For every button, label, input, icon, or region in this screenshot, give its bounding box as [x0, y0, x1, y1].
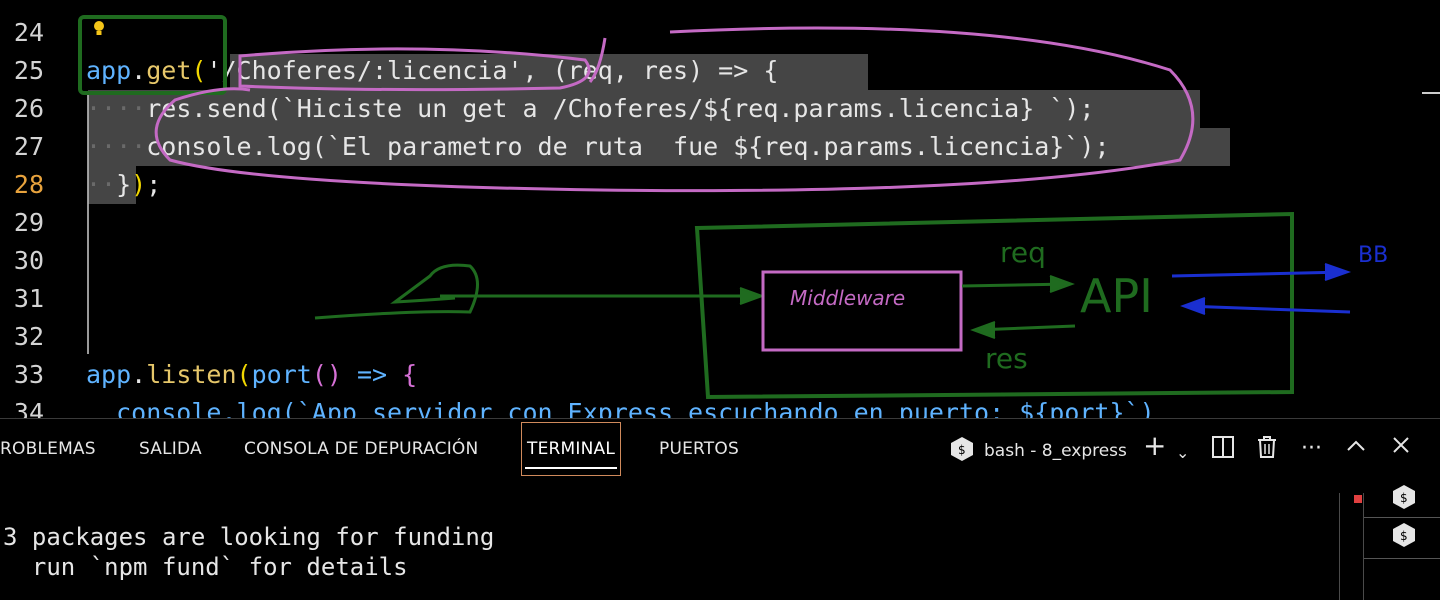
tab-ports[interactable]: PUERTOS	[659, 439, 739, 459]
bash-icon[interactable]: $	[1390, 521, 1418, 553]
terminal-output-line: run `npm fund` for details	[3, 553, 408, 581]
chevron-down-icon[interactable]: ⌄	[1176, 439, 1189, 467]
bash-icon: $	[948, 435, 976, 467]
code-editor[interactable]: 24 25 26 27 28 29 30 31 32 33 34 app.get…	[0, 0, 1440, 418]
tab-terminal[interactable]: TERMINAL	[527, 439, 615, 459]
scrollbar-marker	[1354, 495, 1362, 503]
annotation-oval-pink	[238, 47, 591, 92]
pen-annotations: Middleware req res API BB	[78, 15, 1388, 400]
trash-icon[interactable]	[1256, 435, 1278, 467]
tab-output[interactable]: SALIDA	[139, 439, 202, 459]
annotation-client-green	[314, 263, 479, 320]
split-icon[interactable]	[1211, 435, 1235, 467]
svg-text:$: $	[958, 443, 966, 457]
active-tab-underline	[525, 467, 617, 469]
more-icon[interactable]: ···	[1301, 435, 1322, 463]
close-icon[interactable]	[1391, 435, 1411, 463]
terminal-output-line: 3 packages are looking for funding	[3, 523, 495, 551]
annotation-res-text: res	[985, 342, 1028, 375]
svg-text:$: $	[1400, 529, 1408, 543]
annotation-api-text: API	[1080, 269, 1153, 323]
svg-text:$: $	[1400, 491, 1408, 505]
chevron-up-icon[interactable]	[1345, 435, 1367, 465]
bash-icon[interactable]: $	[1390, 483, 1418, 515]
annotation-box-green	[78, 15, 227, 95]
annotation-stroke-pink	[588, 37, 607, 83]
annotation-middleware-box	[761, 270, 963, 352]
annotation-middleware-text: Middleware	[790, 286, 905, 310]
terminal-selector[interactable]: $ bash - 8_express	[948, 435, 1127, 467]
tab-debug-console[interactable]: CONSOLA DE DEPURACIÓN	[244, 439, 478, 459]
annotation-db-arrow-out	[1171, 270, 1346, 278]
annotation-req-text: req	[1000, 236, 1046, 269]
annotation-db-text: BB	[1358, 243, 1388, 268]
tab-problems[interactable]: ROBLEMAS	[0, 439, 96, 459]
terminal-scrollbar[interactable]	[1339, 493, 1340, 600]
annotation-db-arrow-in	[1184, 304, 1351, 314]
bottom-panel: ROBLEMAS SALIDA CONSOLA DE DEPURACIÓN TE…	[0, 418, 1440, 600]
plus-icon[interactable]: +	[1143, 432, 1166, 460]
terminal-name: bash - 8_express	[984, 441, 1127, 461]
